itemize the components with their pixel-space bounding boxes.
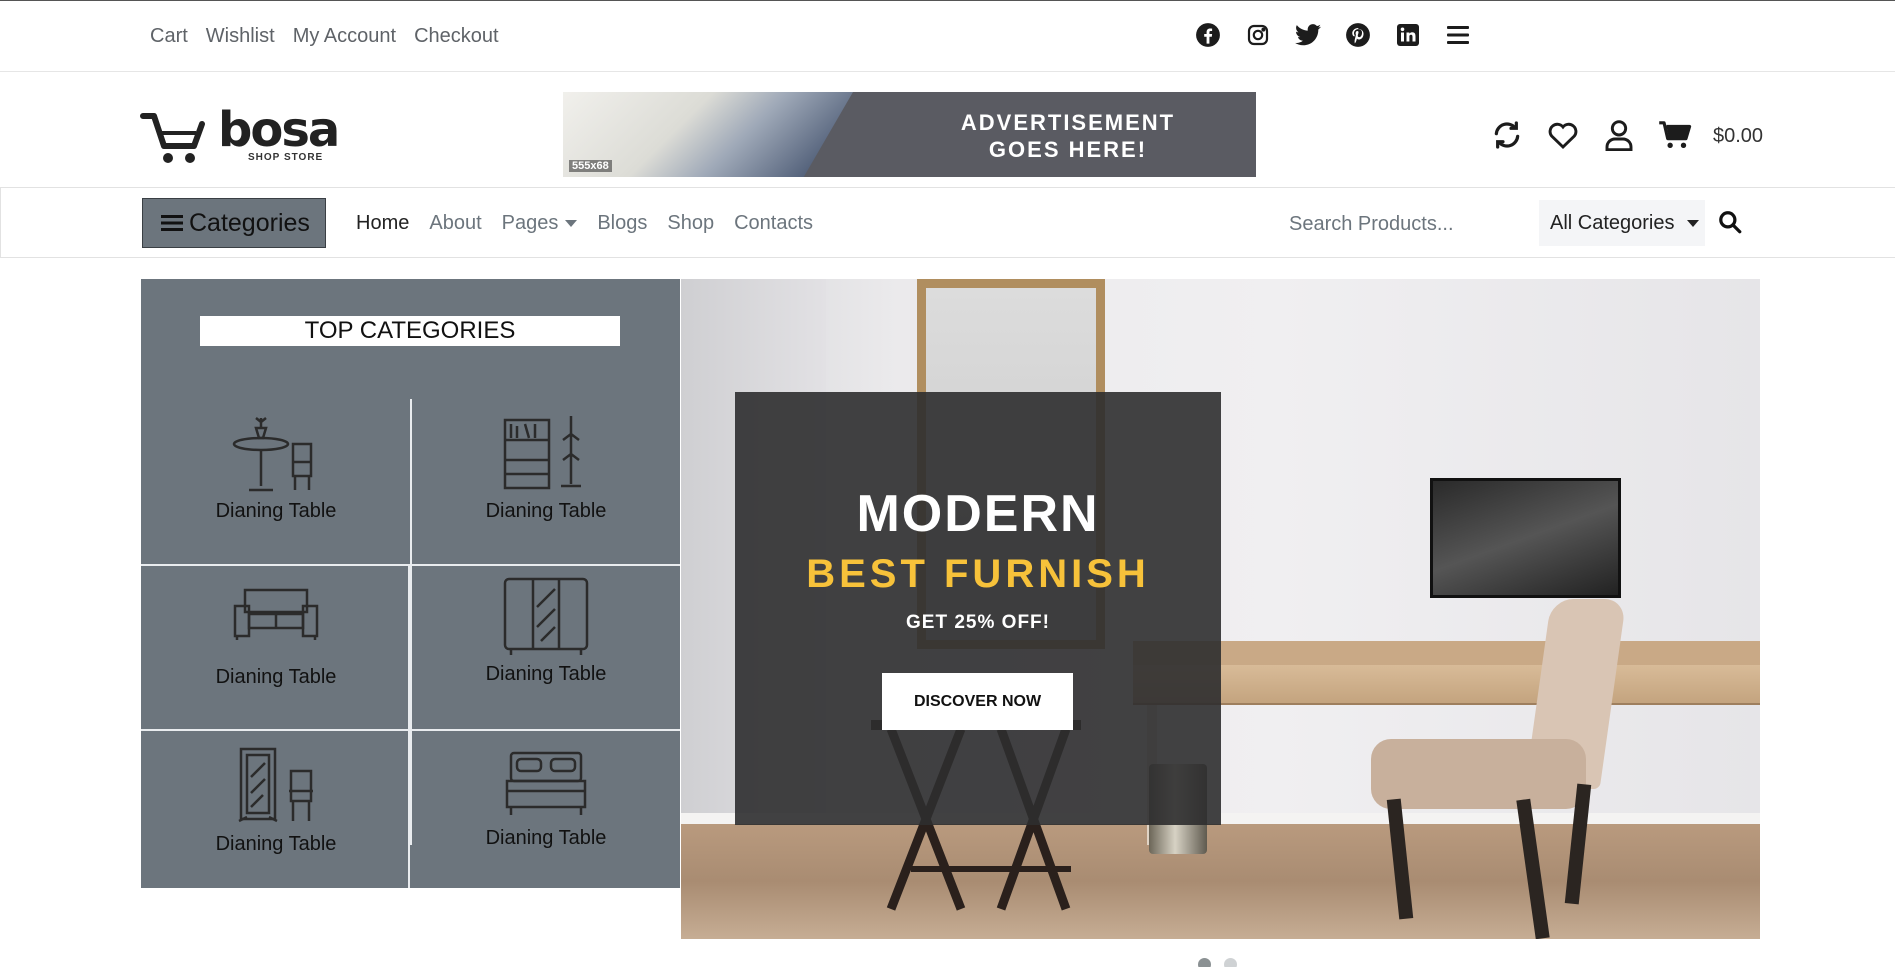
top-links: Cart Wishlist My Account Checkout — [150, 25, 517, 48]
cart-icon[interactable] — [1658, 118, 1692, 152]
nav-home[interactable]: Home — [356, 212, 409, 235]
cart-total[interactable]: $0.00 — [1713, 125, 1763, 148]
logo[interactable]: bosa SHOP STORE — [140, 104, 340, 166]
top-bar: Cart Wishlist My Account Checkout — [0, 0, 1895, 72]
slider-dot-2[interactable] — [1224, 958, 1237, 967]
category-item[interactable]: Dianing Table — [141, 747, 411, 856]
hero-offer: GET 25% OFF! — [906, 612, 1050, 633]
category-item[interactable]: Dianing Table — [411, 414, 681, 523]
nav-pages[interactable]: Pages — [502, 212, 578, 235]
category-label: Dianing Table — [215, 666, 337, 688]
sofa-icon — [233, 588, 319, 640]
site-header: bosa SHOP STORE ADVERTISEMENT GOES HERE!… — [0, 72, 1895, 188]
hero-floor — [681, 824, 1760, 939]
hero-desk-drawer — [1133, 665, 1760, 705]
category-label: Dianing Table — [215, 500, 337, 522]
search-input[interactable] — [1281, 202, 1536, 246]
hero-slider: MODERN BEST FURNISH GET 25% OFF! DISCOVE… — [681, 279, 1760, 939]
hamburger-icon — [161, 215, 183, 231]
social-links — [1194, 21, 1472, 49]
nav-blogs[interactable]: Blogs — [597, 212, 647, 235]
ad-line-1: ADVERTISEMENT — [960, 110, 1176, 135]
category-item[interactable]: Dianing Table — [411, 577, 681, 686]
instagram-icon[interactable] — [1244, 21, 1272, 49]
twitter-icon[interactable] — [1294, 21, 1322, 49]
hero-chair-seat — [1371, 739, 1586, 809]
pinterest-icon[interactable] — [1344, 21, 1372, 49]
category-label: Dianing Table — [485, 500, 607, 522]
advertisement-banner[interactable]: ADVERTISEMENT GOES HERE! 555x68 — [563, 92, 1256, 177]
wardrobe-icon — [503, 577, 589, 655]
slider-dots — [1198, 958, 1237, 967]
cart-link[interactable]: Cart — [150, 25, 188, 48]
header-actions — [1490, 118, 1692, 152]
hero-desk — [1133, 641, 1760, 665]
nav-shop[interactable]: Shop — [667, 212, 714, 235]
hero-overlay: MODERN BEST FURNISH GET 25% OFF! DISCOVE… — [735, 392, 1221, 825]
my-account-link[interactable]: My Account — [293, 25, 396, 48]
top-categories-title: TOP CATEGORIES — [200, 316, 620, 346]
discover-now-button[interactable]: DISCOVER NOW — [882, 673, 1073, 730]
hero-headline: MODERN — [856, 485, 1100, 543]
category-item[interactable]: Dianing Table — [141, 584, 411, 689]
chevron-down-icon — [1686, 219, 1699, 227]
menu-icon[interactable] — [1444, 21, 1472, 49]
refresh-icon[interactable] — [1490, 118, 1524, 152]
nav-links: Home About Pages Blogs Shop Contacts — [356, 212, 833, 235]
facebook-icon[interactable] — [1194, 21, 1222, 49]
chevron-down-icon — [565, 220, 578, 227]
dining-table-icon — [232, 417, 313, 492]
category-label: Dianing Table — [485, 827, 607, 849]
categories-button[interactable]: Categories — [142, 198, 326, 248]
bookshelf-icon — [503, 416, 581, 490]
search-icon — [1719, 211, 1742, 234]
slider-dot-1[interactable] — [1198, 958, 1211, 967]
hero-tv — [1430, 478, 1621, 598]
user-icon[interactable] — [1602, 118, 1636, 152]
top-categories-panel: TOP CATEGORIES Dianing Table Dianing Tab… — [141, 279, 680, 888]
wishlist-link[interactable]: Wishlist — [206, 25, 275, 48]
category-label: Dianing Table — [215, 833, 337, 855]
linkedin-icon[interactable] — [1394, 21, 1422, 49]
categories-button-label: Categories — [189, 208, 310, 237]
ad-line-2: GOES HERE! — [988, 137, 1148, 162]
main-nav: Categories Home About Pages Blogs Shop C… — [0, 188, 1895, 258]
bed-icon — [505, 751, 587, 815]
category-label: Dianing Table — [485, 663, 607, 685]
ad-size-label: 555x68 — [569, 160, 612, 172]
logo-tagline: SHOP STORE — [248, 152, 324, 163]
category-select-value: All Categories — [1550, 211, 1675, 234]
mirror-chair-icon — [238, 747, 313, 823]
category-select[interactable]: All Categories — [1539, 200, 1705, 246]
checkout-link[interactable]: Checkout — [414, 25, 499, 48]
search-button[interactable] — [1717, 209, 1745, 237]
divider — [141, 729, 680, 731]
nav-about[interactable]: About — [429, 212, 481, 235]
category-item[interactable]: Dianing Table — [141, 414, 411, 523]
nav-contacts[interactable]: Contacts — [734, 212, 813, 235]
cart-logo-icon — [140, 113, 205, 163]
heart-icon[interactable] — [1546, 118, 1580, 152]
hero-subheadline: BEST FURNISH — [806, 552, 1150, 596]
nav-pages-label: Pages — [501, 212, 559, 234]
ad-text: ADVERTISEMENT GOES HERE! — [918, 109, 1218, 163]
divider — [141, 564, 680, 566]
category-item[interactable]: Dianing Table — [411, 749, 681, 850]
logo-wordmark: bosa — [218, 102, 340, 158]
